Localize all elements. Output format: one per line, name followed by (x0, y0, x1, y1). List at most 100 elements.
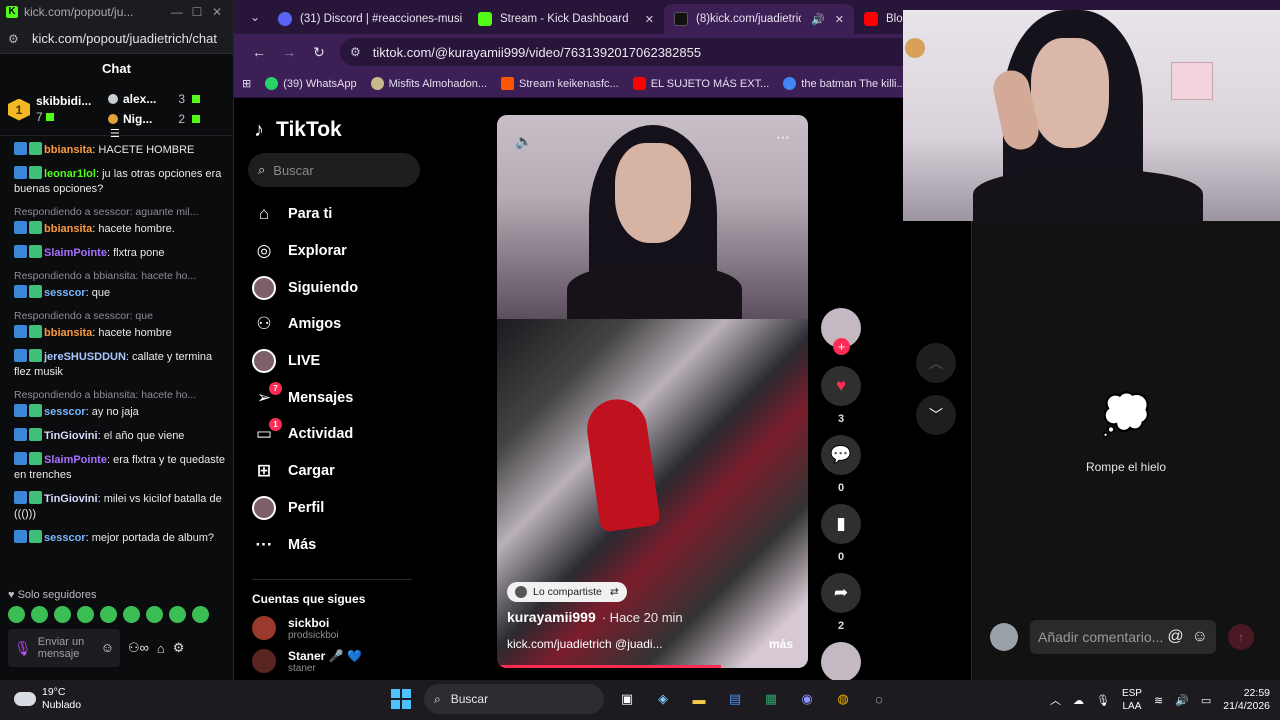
weather-widget[interactable]: 19°C Nublado (14, 686, 81, 712)
caption-more-link[interactable]: más (769, 637, 793, 651)
emote-icon[interactable] (123, 606, 140, 623)
tab-tiktok-active[interactable]: (8)kick.com/juadietrich @ju 🔊 ✕ (664, 4, 854, 34)
tray-overflow-chevron-icon[interactable]: ︿ (1050, 692, 1061, 708)
chat-username[interactable]: SlaimPointe (44, 247, 107, 259)
save-button[interactable]: ▮ 0 (821, 504, 861, 563)
reply-context[interactable]: Respondiendo a bbiansita: hacete ho... (14, 269, 225, 284)
tiktok-logo[interactable]: ♪ TikTok (254, 118, 342, 142)
reply-context[interactable]: Respondiendo a sesscor: aguante mil... (14, 205, 225, 220)
chat-message-input[interactable]: 🎙 Enviar un mensaje ☺ (8, 629, 120, 667)
emote-icon[interactable] (169, 606, 186, 623)
comment-input[interactable]: Añadir comentario... @ ☺ (1030, 620, 1216, 654)
battery-icon[interactable]: ▭ (1201, 694, 1211, 707)
chat-username[interactable]: SlaimPointe (44, 454, 107, 466)
search-input[interactable]: ⌕ Buscar (248, 153, 420, 187)
emoji-icon[interactable]: ☺ (1192, 628, 1208, 646)
follow-plus-icon[interactable]: + (833, 338, 850, 355)
tab-close-icon[interactable]: ✕ (825, 13, 844, 26)
reply-context[interactable]: Respondiendo a bbiansita: hacete ho... (14, 388, 225, 403)
reply-context[interactable]: Respondiendo a sesscor: que (14, 309, 225, 324)
taskbar-search[interactable]: ⌕ Buscar (424, 684, 604, 714)
copilot-icon[interactable]: ◈ (650, 686, 676, 712)
chat-username[interactable]: sesscor (44, 287, 86, 299)
file-explorer-icon[interactable]: ▬ (686, 686, 712, 712)
video-progress-bar[interactable] (497, 665, 721, 668)
nav-item-mensajes[interactable]: ➢ 7 Mensajes (252, 379, 432, 416)
chat-username[interactable]: jereSHUSDDUN (44, 351, 126, 363)
clock[interactable]: 22:59 21/4/2026 (1223, 687, 1270, 713)
shared-badge[interactable]: Lo compartiste ⇄ (507, 582, 627, 602)
chat-username[interactable]: TinGiovini (44, 493, 98, 505)
chrome-icon[interactable]: ◍ (830, 686, 856, 712)
chat-username[interactable]: leonar1lol (44, 168, 96, 180)
tab-search-icon[interactable]: ⌄ (242, 4, 268, 30)
nav-item-explorar[interactable]: ◎ Explorar (252, 233, 432, 270)
emote-icon[interactable] (54, 606, 71, 623)
author-avatar-button[interactable]: + (821, 308, 861, 355)
bookmark-google[interactable]: the batman The killi... (783, 77, 906, 90)
sound-avatar-button[interactable] (821, 642, 861, 682)
chat-username[interactable]: sesscor (44, 532, 86, 544)
chat-window-urlbar[interactable]: ⚙ kick.com/popout/juadietrich/chat (0, 24, 233, 54)
nav-item-live[interactable]: LIVE (252, 343, 432, 380)
tab-audio-icon[interactable]: 🔊 (801, 13, 825, 26)
leaderboard-first[interactable]: 1 skibbidi... 7 (8, 88, 108, 131)
chat-username[interactable]: bbiansita (44, 223, 92, 235)
chat-username[interactable]: TinGiovini (44, 430, 98, 442)
emote-icon[interactable] (192, 606, 209, 623)
following-account[interactable]: Staner 🎤 💙 staner (252, 649, 432, 674)
close-icon[interactable]: ✕ (207, 5, 227, 19)
microphone-icon[interactable]: 🎙 (14, 641, 32, 655)
maximize-icon[interactable]: ☐ (187, 5, 207, 19)
previous-video-button[interactable]: ︿ (916, 343, 956, 383)
volume-icon[interactable]: 🔊 (1175, 694, 1189, 707)
nav-item-siguiendo[interactable]: Siguiendo (252, 269, 432, 306)
tab-kick-dashboard[interactable]: Stream - Kick Dashboard ✕ (468, 4, 664, 34)
bookmark-whatsapp[interactable]: (39) WhatsApp (265, 77, 357, 90)
wifi-icon[interactable]: ≋ (1154, 694, 1163, 707)
emote-icon[interactable] (31, 606, 48, 623)
settings-gear-icon[interactable]: ⚙ (173, 640, 185, 656)
emote-icon[interactable] (100, 606, 117, 623)
comment-button[interactable]: 💬 0 (821, 435, 861, 494)
site-info-icon[interactable]: ⚙ (350, 45, 361, 59)
more-options-icon[interactable]: ⋯ (776, 129, 790, 146)
send-arrow-icon[interactable]: ↑ (1228, 624, 1254, 650)
start-button[interactable] (388, 686, 414, 712)
nav-item-para-ti[interactable]: ⌂ Para ti (252, 196, 432, 233)
onedrive-icon[interactable]: ☁ (1073, 694, 1084, 707)
video-author[interactable]: kurayamii999 · Hace 20 min (507, 609, 683, 625)
forward-arrow-icon[interactable]: → (274, 44, 304, 60)
volume-icon[interactable]: 🔈 (515, 133, 532, 150)
nav-item-cargar[interactable]: ⊞ Cargar (252, 453, 432, 490)
chat-username[interactable]: sesscor (44, 406, 86, 418)
collapse-leaderboard-icon[interactable]: ☰ (110, 127, 120, 140)
chat-username[interactable]: bbiansita (44, 327, 92, 339)
share-button[interactable]: ➦ 2 (821, 573, 861, 632)
like-button[interactable]: ♥ 3 (821, 366, 861, 425)
emote-icon[interactable] (146, 606, 163, 623)
task-view-icon[interactable]: ▣ (614, 686, 640, 712)
bookmark-misfits[interactable]: Misfits Almohadon... (370, 77, 487, 90)
apps-grid-icon[interactable]: ⊞ (242, 77, 251, 90)
tab-discord[interactable]: (31) Discord | #reacciones-musi ✕ (268, 4, 468, 34)
bookmark-youtube[interactable]: EL SUJETO MÁS EXT... (632, 77, 769, 90)
emote-icon[interactable] (77, 606, 94, 623)
excel-icon[interactable]: ▦ (758, 686, 784, 712)
leaderboard-second[interactable]: alex... 3 (108, 92, 225, 106)
emoji-icon[interactable]: ☺ (101, 641, 114, 654)
bookmark-stream[interactable]: Stream keikenasfc... (501, 77, 619, 90)
emote-icon[interactable] (8, 606, 25, 623)
word-icon[interactable]: ▤ (722, 686, 748, 712)
nav-item-más[interactable]: ··· Más (252, 526, 432, 563)
obs-icon[interactable]: ◌ (866, 686, 892, 712)
video-player[interactable]: 🔈 ⋯ Lo compartiste ⇄ kurayamii999 · Hace … (497, 115, 808, 668)
site-settings-icon[interactable]: ⚙ (8, 32, 24, 46)
mention-icon[interactable]: @ (1167, 628, 1183, 646)
chat-username[interactable]: bbiansita (44, 144, 92, 156)
back-arrow-icon[interactable]: ← (244, 44, 274, 60)
discord-icon[interactable]: ◉ (794, 686, 820, 712)
nav-item-perfil[interactable]: Perfil (252, 490, 432, 527)
nav-item-amigos[interactable]: ⚇ Amigos (252, 306, 432, 343)
tab-youtube[interactable]: Blo (854, 4, 904, 34)
